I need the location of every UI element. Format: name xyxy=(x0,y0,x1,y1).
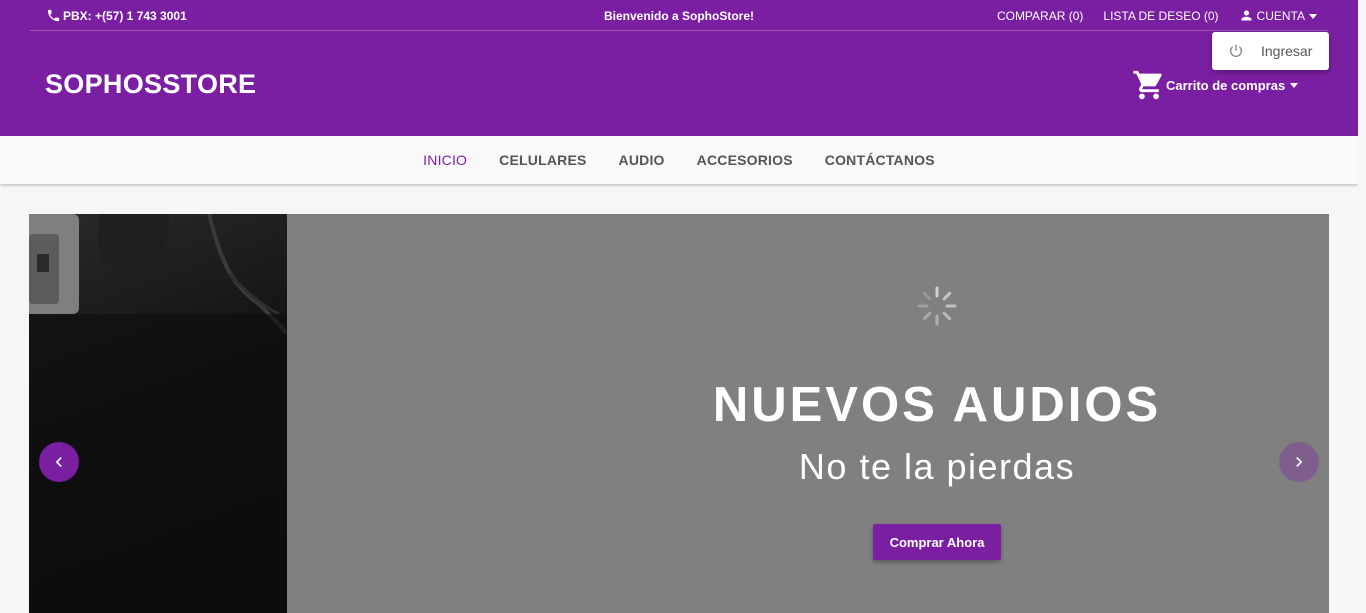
account-dropdown: Ingresar xyxy=(1212,32,1329,70)
cart-label: Carrito de compras xyxy=(1166,77,1286,93)
nav-item-celulares[interactable]: CELULARES xyxy=(499,152,586,168)
caret-down-icon xyxy=(1309,13,1317,19)
phone-contact: PBX: +(57) 1 743 3001 xyxy=(46,8,187,23)
phone-number: PBX: +(57) 1 743 3001 xyxy=(63,8,187,23)
nav-item-inicio[interactable]: INICIO xyxy=(423,152,467,168)
cart-icon xyxy=(1133,70,1162,100)
chevron-left-icon xyxy=(55,457,62,467)
phone-icon xyxy=(47,9,60,22)
brand-logo[interactable]: SOPHOSSTORE xyxy=(45,69,256,100)
slider-next-button[interactable] xyxy=(1279,442,1319,482)
buy-now-button[interactable]: Comprar Ahora xyxy=(873,524,1001,560)
caret-down-icon xyxy=(1290,83,1299,88)
slide-title: NUEVOS AUDIOS xyxy=(712,378,1162,432)
wishlist-link[interactable]: LISTA DE DESEO (0) xyxy=(1103,9,1218,23)
login-menu-item[interactable]: Ingresar xyxy=(1261,43,1312,59)
nav-item-accesorios[interactable]: ACCESORIOS xyxy=(697,152,793,168)
main-nav: INICIO CELULARES AUDIO ACCESORIOS CONTÁCTANO… xyxy=(0,136,1358,184)
compare-link[interactable]: COMPARAR (0) xyxy=(997,9,1083,23)
nav-item-contactanos[interactable]: CONTÁCTANOS xyxy=(825,152,935,168)
chevron-right-icon xyxy=(1296,457,1303,467)
account-label: CUENTA xyxy=(1256,8,1305,23)
account-menu-toggle[interactable]: CUENTA xyxy=(1239,8,1318,23)
person-icon xyxy=(1241,10,1252,21)
slide-subtitle: No te la pierdas xyxy=(798,446,1076,487)
loading-spinner-icon xyxy=(917,286,957,326)
slider-prev-button[interactable] xyxy=(39,442,79,482)
cart-button[interactable]: Carrito de compras xyxy=(1132,68,1300,102)
top-links: COMPARAR (0) LISTA DE DESEO (0) CUENTA xyxy=(997,8,1318,23)
nav-item-audio[interactable]: AUDIO xyxy=(619,152,665,168)
power-icon xyxy=(1230,44,1242,57)
site-header: PBX: +(57) 1 743 3001 Bienvenido a Sopho… xyxy=(0,0,1358,136)
top-bar: PBX: +(57) 1 743 3001 Bienvenido a Sopho… xyxy=(30,0,1328,31)
hero-slider: NUEVOS AUDIOS No te la pierdas Comprar A… xyxy=(29,214,1329,613)
scrollbar-track[interactable] xyxy=(1358,0,1366,613)
